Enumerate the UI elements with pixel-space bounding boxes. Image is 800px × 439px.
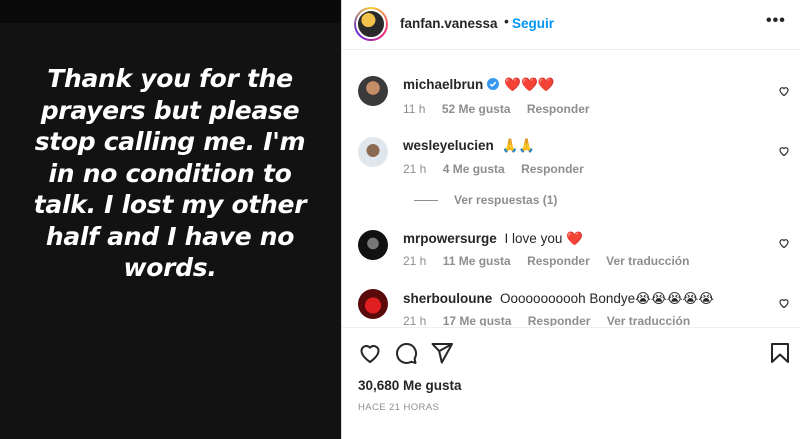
reply-button[interactable]: Responder [527, 102, 590, 116]
comment-likes[interactable]: 4 Me gusta [443, 162, 505, 176]
comment-likes[interactable]: 17 Me gusta [443, 314, 512, 326]
commenter-username[interactable]: michaelbrun [403, 77, 483, 92]
quote-line: words. [123, 253, 217, 282]
comment-meta: 21 h 11 Me gusta Responder Ver traducció… [403, 254, 702, 268]
comment-line: wesleyelucien 🙏🙏 [403, 138, 535, 154]
commenter-avatar[interactable] [358, 289, 388, 319]
post-header: fanfan.vanessa • Seguir ••• [342, 0, 800, 50]
comment-like-icon[interactable] [778, 145, 790, 157]
comment-icon[interactable] [394, 341, 418, 365]
author-username[interactable]: fanfan.vanessa [400, 16, 498, 31]
commenter-username[interactable]: wesleyelucien [403, 138, 494, 153]
translate-button[interactable]: Ver traducción [607, 314, 690, 326]
comment-likes[interactable]: 52 Me gusta [442, 102, 511, 116]
comment-time: 21 h [403, 314, 427, 326]
heart-icon[interactable] [358, 341, 382, 365]
comment-line: michaelbrun ❤️❤️❤️ [403, 77, 555, 93]
comment-text: I love you ❤️ [504, 231, 583, 246]
quote-line: in no condition to [48, 158, 292, 188]
comment-line: mrpowersurge I love you ❤️ [403, 231, 583, 247]
story-top-bar [0, 0, 341, 23]
commenter-username[interactable]: sherbouloune [403, 291, 492, 306]
post-details-panel: fanfan.vanessa • Seguir ••• michaelbrun ❤… [342, 0, 800, 439]
comment-like-icon[interactable] [778, 297, 790, 309]
comment-text: ❤️❤️❤️ [504, 77, 555, 92]
comment-likes[interactable]: 11 Me gusta [443, 254, 511, 268]
comment-like-icon[interactable] [778, 85, 790, 97]
quote-line: talk. I lost my other [33, 190, 307, 219]
more-options-icon[interactable]: ••• [766, 12, 786, 30]
quote-line: stop calling me. I'm [34, 127, 306, 156]
comment-time: 21 h [403, 162, 427, 176]
story-quote: Thank you for the prayers but please sto… [20, 63, 320, 284]
story-image-panel: Thank you for the prayers but please sto… [0, 0, 341, 439]
quote-line: prayers but please [40, 95, 300, 125]
separator-dot: • [504, 13, 509, 29]
view-replies-button[interactable]: Ver respuestas (1) [414, 193, 557, 207]
bookmark-icon[interactable] [768, 341, 792, 365]
comment-time: 11 h [403, 102, 426, 116]
comment-meta: 21 h 17 Me gusta Responder Ver traducció… [403, 314, 703, 326]
quote-line: half and I have no [45, 221, 295, 251]
translate-button[interactable]: Ver traducción [606, 254, 689, 268]
comment-meta: 21 h 4 Me gusta Responder [403, 162, 597, 176]
comment-time: 21 h [403, 254, 427, 268]
view-replies-label: Ver respuestas (1) [454, 193, 558, 207]
comment-meta: 11 h 52 Me gusta Responder [403, 102, 603, 116]
follow-button[interactable]: Seguir [512, 16, 554, 31]
reply-button[interactable]: Responder [528, 314, 591, 326]
reply-button[interactable]: Responder [527, 254, 590, 268]
verified-badge-icon [487, 78, 500, 90]
comments-list[interactable]: michaelbrun ❤️❤️❤️ 11 h 52 Me gusta Respo… [342, 51, 800, 326]
comment-text: 🙏🙏 [501, 138, 536, 153]
replies-dash [414, 200, 438, 202]
commenter-username[interactable]: mrpowersurge [403, 231, 497, 246]
commenter-avatar[interactable] [358, 137, 388, 167]
share-icon[interactable] [430, 341, 454, 365]
comment-text: Ooooooooooh Bondye😭😭😭😭😭 [500, 291, 715, 306]
author-avatar[interactable] [354, 7, 388, 41]
quote-line: Thank you for the [47, 64, 293, 93]
post-action-bar [342, 327, 800, 372]
commenter-avatar[interactable] [358, 230, 388, 260]
reply-button[interactable]: Responder [521, 162, 584, 176]
comment-line: sherbouloune Ooooooooooh Bondye😭😭😭😭😭 [403, 291, 714, 307]
post-timestamp: HACE 21 HORAS [358, 402, 440, 413]
comment-like-icon[interactable] [778, 237, 790, 249]
commenter-avatar[interactable] [358, 76, 388, 106]
post-likes-count[interactable]: 30,680 Me gusta [358, 378, 462, 393]
